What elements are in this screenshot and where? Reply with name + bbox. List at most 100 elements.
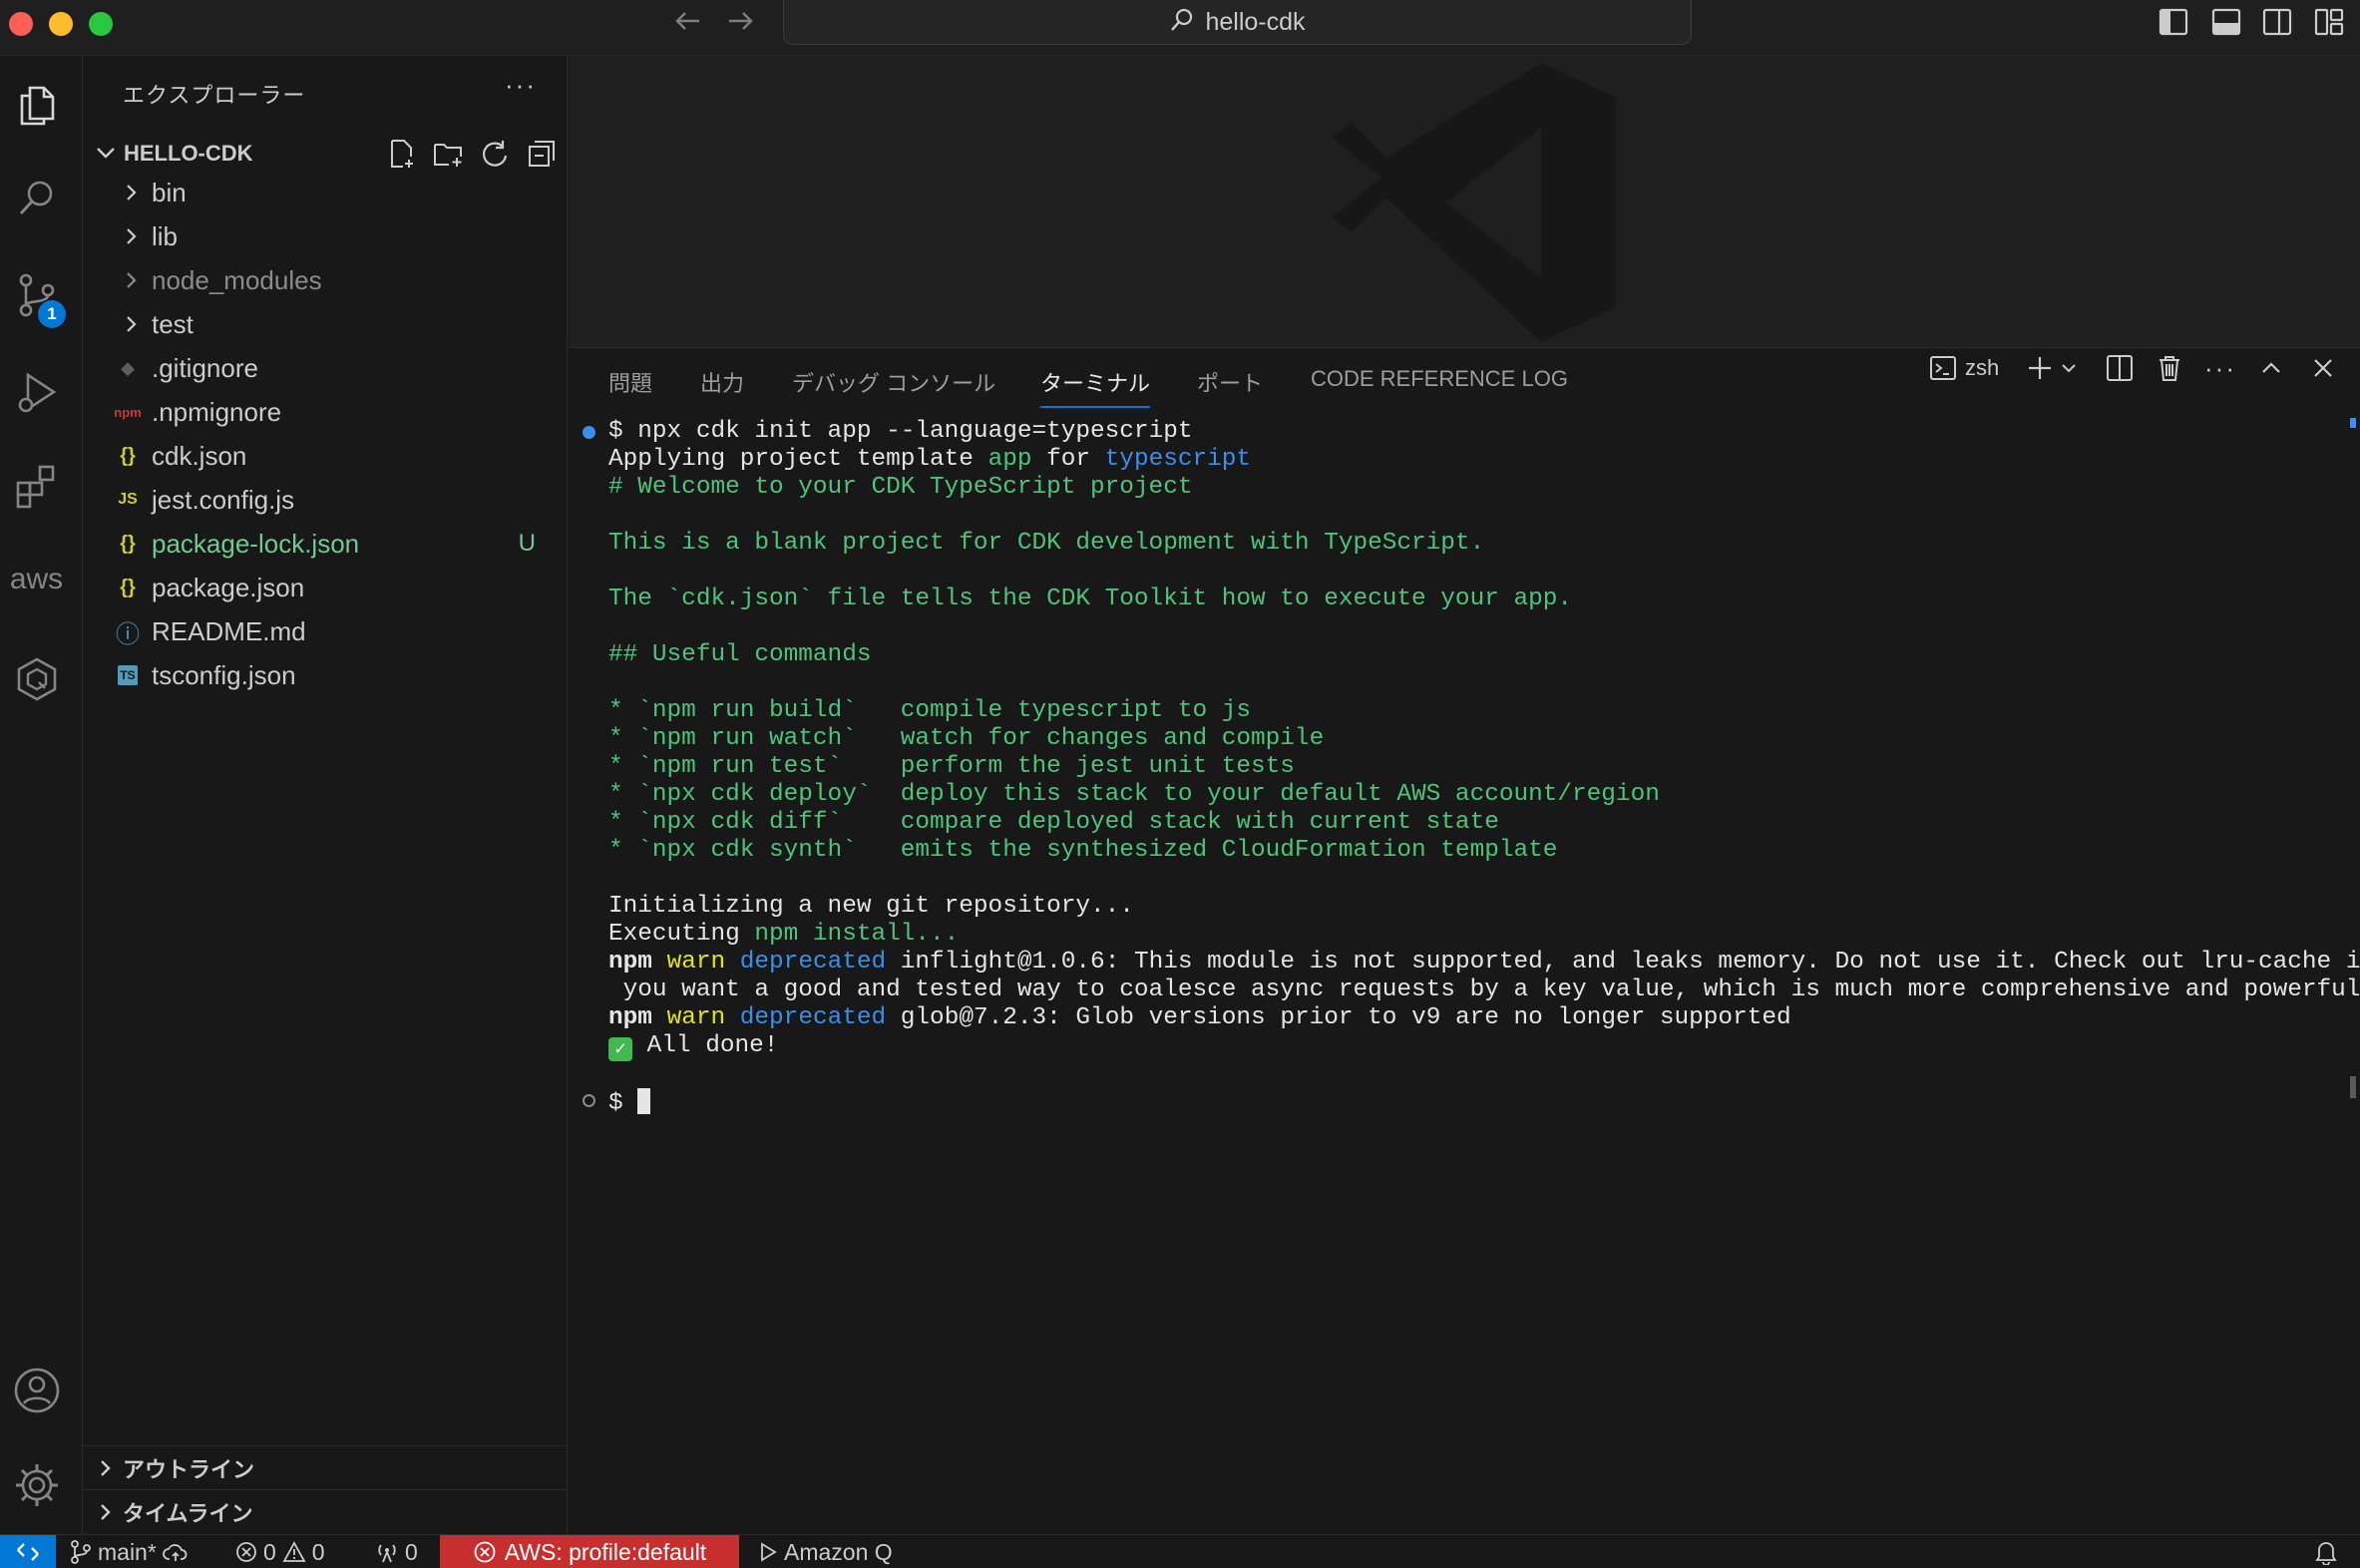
new-file-icon[interactable] <box>385 138 417 170</box>
tree-folder-node-modules[interactable]: node_modules <box>83 258 568 302</box>
explorer-sidebar: エクスプローラー ··· HELLO-CDK bin lib node_modu… <box>83 56 568 1534</box>
outline-section[interactable]: アウトライン <box>83 1445 568 1489</box>
command-pending-decoration[interactable] <box>583 1094 595 1107</box>
split-icon <box>2107 355 2133 381</box>
editor-area <box>569 56 2360 347</box>
aws-profile-status[interactable]: AWS: profile:default <box>440 1535 739 1568</box>
warning-icon <box>282 1541 306 1562</box>
remote-indicator-button[interactable] <box>0 1535 56 1568</box>
settings-gear-icon[interactable] <box>0 1450 73 1520</box>
command-center-search[interactable]: hello-cdk <box>783 0 1692 45</box>
tree-file-package-lock[interactable]: {} package-lock.json U <box>83 522 568 566</box>
split-terminal-button[interactable] <box>2105 348 2135 388</box>
sidebar-title: エクスプローラー <box>123 83 306 108</box>
tree-item-label: cdk.json <box>152 440 247 471</box>
tree-item-label: jest.config.js <box>152 484 295 515</box>
check-mark-icon: ✓ <box>608 1037 632 1061</box>
tree-file-readme[interactable]: ⓘ README.md <box>83 609 568 653</box>
new-folder-icon[interactable] <box>432 138 464 170</box>
tree-file-package-json[interactable]: {} package.json <box>83 566 568 609</box>
accounts-icon[interactable] <box>0 1356 73 1425</box>
tab-output[interactable]: 出力 <box>700 366 744 402</box>
tab-debug-console[interactable]: デバッグ コンソール <box>792 366 995 402</box>
tree-file-npmignore[interactable]: npm .npmignore <box>83 390 568 434</box>
toggle-primary-sidebar-icon[interactable] <box>2159 8 2190 38</box>
json-file-icon: {} <box>120 532 136 555</box>
collapse-all-icon[interactable] <box>526 138 558 170</box>
forward-arrow-icon[interactable] <box>722 6 758 42</box>
terminal-line: ✓ All done! <box>608 1032 778 1061</box>
git-branch-status[interactable]: main* <box>70 1535 189 1568</box>
explorer-more-actions-button[interactable]: ··· <box>505 70 537 101</box>
extensions-icon[interactable] <box>0 451 73 521</box>
chevron-right-icon <box>101 1503 111 1520</box>
title-bar: hello-cdk <box>0 0 2360 56</box>
tree-folder-bin[interactable]: bin <box>83 171 568 214</box>
command-success-decoration[interactable] <box>583 426 595 439</box>
terminal-line: The `cdk.json` file tells the CDK Toolki… <box>608 586 1573 612</box>
terminal-line: ## Useful commands <box>608 641 872 668</box>
close-window-button[interactable] <box>9 12 33 36</box>
json-file-icon: {} <box>120 444 136 467</box>
bell-icon <box>2315 1542 2337 1565</box>
ports-status[interactable]: 0 <box>375 1535 418 1568</box>
run-debug-icon[interactable] <box>0 357 73 427</box>
cloud-upload-icon <box>162 1544 188 1561</box>
tree-item-label: package-lock.json <box>152 528 360 559</box>
back-arrow-icon[interactable] <box>670 6 706 42</box>
aws-toolkit-icon[interactable]: aws <box>0 545 73 614</box>
tab-code-reference-log[interactable]: CODE REFERENCE LOG <box>1311 366 1568 402</box>
terminal-line: * `npx cdk synth` emits the synthesized … <box>608 837 1558 864</box>
problems-status[interactable]: 0 0 <box>235 1535 325 1568</box>
terminal-shell-selector[interactable]: zsh <box>1929 348 1999 388</box>
tree-folder-lib[interactable]: lib <box>83 214 568 258</box>
tree-file-tsconfig[interactable]: TS tsconfig.json <box>83 653 568 697</box>
search-icon[interactable] <box>0 164 73 233</box>
maximize-panel-button[interactable] <box>2258 348 2284 388</box>
close-panel-button[interactable] <box>2310 348 2336 388</box>
warning-count: 0 <box>311 1538 325 1565</box>
terminal-line: * `npm run build` compile typescript to … <box>608 697 1252 724</box>
toggle-panel-icon[interactable] <box>2211 8 2243 38</box>
tab-terminal[interactable]: ターミナル <box>1040 366 1151 408</box>
shell-name: zsh <box>1965 355 2000 380</box>
source-control-icon[interactable]: 1 <box>0 260 73 330</box>
refresh-icon[interactable] <box>479 138 511 170</box>
tree-folder-test[interactable]: test <box>83 302 568 346</box>
aws-profile-label: AWS: profile:default <box>504 1538 707 1565</box>
tree-item-label: node_modules <box>152 264 322 295</box>
terminal-line: * `npx cdk diff` compare deployed stack … <box>608 809 1499 836</box>
chevron-down-icon <box>2062 364 2076 373</box>
tree-file-cdk-json[interactable]: {} cdk.json <box>83 434 568 478</box>
tree-item-label: bin <box>152 177 187 207</box>
explorer-icon[interactable] <box>0 70 73 140</box>
amazon-q-status[interactable]: Amazon Q <box>758 1535 893 1568</box>
new-terminal-button[interactable] <box>2025 348 2079 388</box>
terminal-more-actions-icon[interactable]: ··· <box>2204 348 2236 388</box>
maximize-window-button[interactable] <box>89 12 113 36</box>
tab-ports[interactable]: ポート <box>1197 366 1263 402</box>
play-icon <box>761 1542 777 1562</box>
toggle-secondary-sidebar-icon[interactable] <box>2262 8 2294 38</box>
chevron-right-icon <box>127 228 137 244</box>
tree-item-label: lib <box>152 220 179 251</box>
branch-icon <box>71 1540 91 1564</box>
project-folder-header[interactable]: HELLO-CDK <box>83 132 568 176</box>
kill-terminal-button[interactable] <box>2155 348 2184 388</box>
timeline-section[interactable]: タイムライン <box>83 1489 568 1533</box>
bottom-panel: 問題 出力 デバッグ コンソール ターミナル ポート CODE REFERENC… <box>569 347 2360 1534</box>
tab-problems[interactable]: 問題 <box>608 366 652 402</box>
tree-file-gitignore[interactable]: ◆ .gitignore <box>83 346 568 390</box>
notifications-button[interactable] <box>2314 1535 2338 1568</box>
terminal-line: npm warn deprecated inflight@1.0.6: This… <box>608 949 2360 976</box>
tree-item-label: test <box>152 308 194 339</box>
npm-file-icon: npm <box>114 404 142 420</box>
customize-layout-icon[interactable] <box>2314 8 2346 38</box>
terminal-output[interactable]: $ npx cdk init app --language=typescript… <box>569 418 2360 1535</box>
project-name: HELLO-CDK <box>124 141 253 166</box>
git-file-icon: ◆ <box>121 357 135 378</box>
tree-file-jest-config[interactable]: JS jest.config.js <box>83 478 568 522</box>
minimize-window-button[interactable] <box>49 12 73 36</box>
terminal-scrollbar-thumb[interactable] <box>2350 1076 2356 1098</box>
amazon-q-icon[interactable] <box>0 644 73 714</box>
